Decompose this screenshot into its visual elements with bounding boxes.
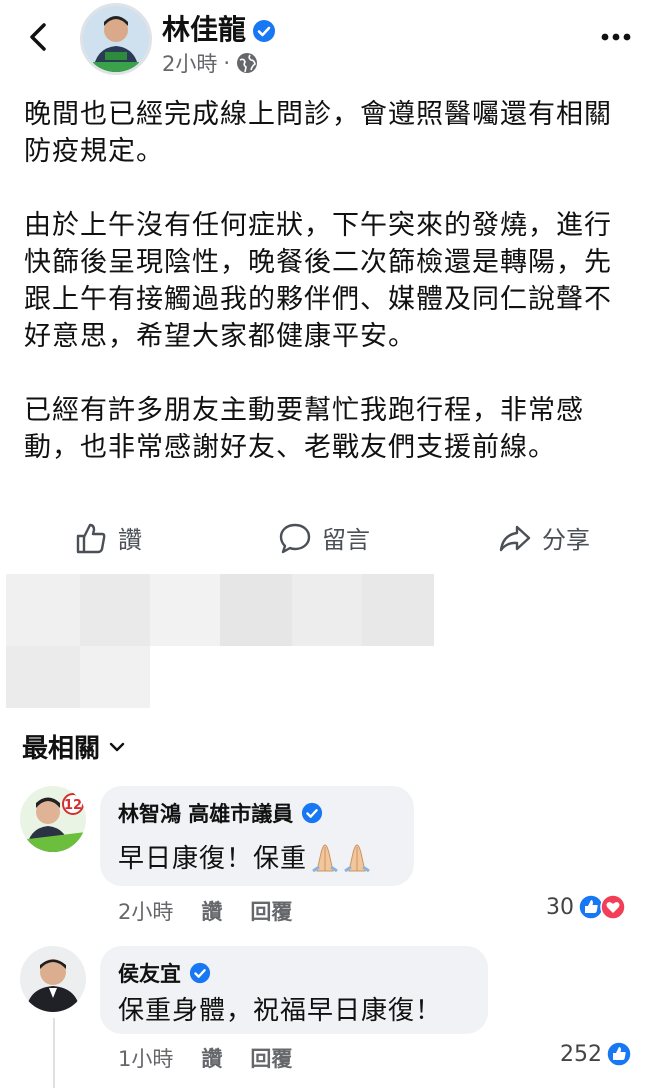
comment-meta: 1小時 讚 回覆 <box>118 1043 292 1073</box>
commenter-avatar[interactable] <box>20 946 86 1012</box>
blurred-region <box>80 574 150 646</box>
love-reaction-icon <box>600 894 626 920</box>
candidate-number-badge: 12 <box>64 798 82 813</box>
blurred-region <box>80 646 150 708</box>
blurred-region <box>362 574 434 646</box>
post-action-bar: 讚 留言 分享 <box>0 512 656 568</box>
comment-reaction-count[interactable]: 30 <box>546 894 626 920</box>
post-time[interactable]: 2小時 <box>162 48 217 78</box>
comment-text: 保重身體，祝福早日康復！ <box>118 996 443 1026</box>
commenter-name[interactable]: 侯友宜 <box>118 958 211 988</box>
commenter-avatar[interactable]: 12 <box>20 786 86 852</box>
blurred-region <box>150 574 220 646</box>
comment-reply-button[interactable]: 回覆 <box>250 1043 292 1073</box>
thumbs-up-icon <box>76 523 106 553</box>
author-avatar[interactable] <box>80 3 152 75</box>
blurred-region <box>220 574 292 646</box>
verified-badge-icon <box>253 20 276 42</box>
comment-time[interactable]: 1小時 <box>118 1043 173 1073</box>
verified-badge-icon <box>189 962 211 984</box>
post-paragraph: 由於上午沒有任何症狀，下午突來的發燒，進行快篩後呈現陰性，晚餐後二次篩檢還是轉陽… <box>24 210 612 352</box>
share-button[interactable]: 分享 <box>498 520 590 555</box>
back-icon[interactable] <box>22 20 56 54</box>
chevron-down-icon <box>109 742 125 751</box>
comment-like-button[interactable]: 讚 <box>201 1043 222 1073</box>
reply-thread-line <box>53 1018 55 1088</box>
author-name[interactable]: 林佳龍 <box>162 8 276 48</box>
praying-hands-icon <box>312 843 370 872</box>
post-paragraph: 晚間也已經完成線上問診，會遵照醫囑還有相關防疫規定。 <box>24 99 612 167</box>
blurred-region <box>6 574 80 646</box>
post-header: 林佳龍 2小時 · <box>0 0 656 84</box>
comment-button[interactable]: 留言 <box>278 520 370 555</box>
comment-reaction-count[interactable]: 252 <box>560 1041 632 1067</box>
like-reaction-icon <box>606 1041 632 1067</box>
globe-icon <box>237 53 258 73</box>
like-button[interactable]: 讚 <box>74 520 142 555</box>
comment-reply-button[interactable]: 回覆 <box>250 896 292 926</box>
share-arrow-icon <box>499 525 531 551</box>
post-body: 晚間也已經完成線上問診，會遵照醫囑還有相關防疫規定。 由於上午沒有任何症狀，下午… <box>24 96 636 503</box>
comment-meta: 2小時 讚 回覆 <box>118 896 292 926</box>
commenter-name[interactable]: 林智鴻 高雄市議員 <box>118 798 323 828</box>
comment-bubble-icon <box>279 523 311 553</box>
comment-text: 早日康復！保重 <box>118 838 373 875</box>
post-paragraph: 已經有許多朋友主動要幫忙我跑行程，非常感動，也非常感謝好友、老戰友們支援前線。 <box>24 395 584 463</box>
post-meta: 2小時 · <box>162 48 258 78</box>
comment-time[interactable]: 2小時 <box>118 896 173 926</box>
comments-sort-dropdown[interactable]: 最相關 <box>22 728 126 765</box>
blurred-region <box>6 646 80 708</box>
meta-separator: · <box>223 51 231 75</box>
more-options-icon[interactable] <box>598 22 634 52</box>
verified-badge-icon <box>302 802 323 824</box>
comment-like-button[interactable]: 讚 <box>201 896 222 926</box>
blurred-region <box>292 574 362 646</box>
